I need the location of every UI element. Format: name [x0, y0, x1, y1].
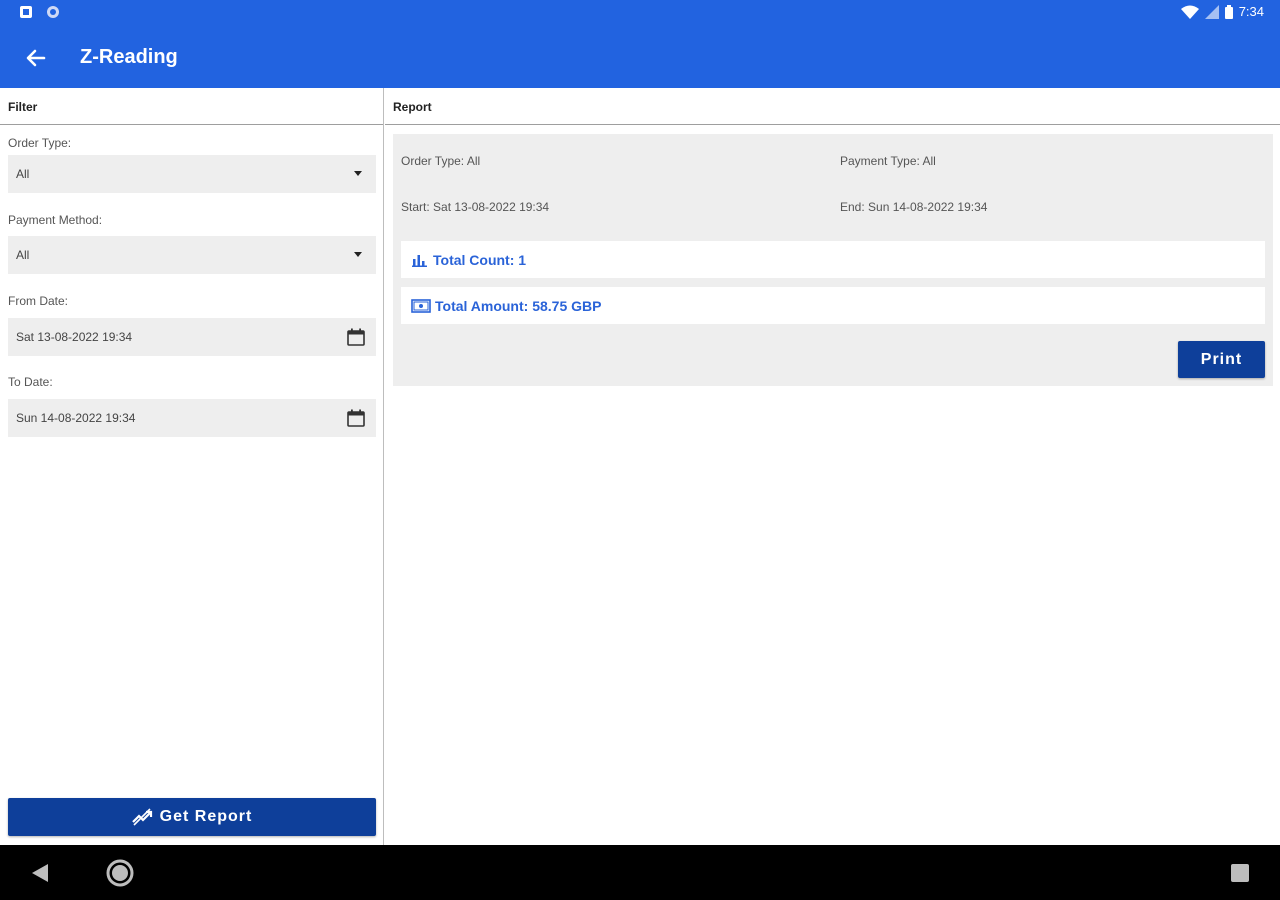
toolbar: Z-Reading [0, 30, 1280, 86]
report-order-type: Order Type: All [401, 154, 481, 168]
filter-panel: Filter Order Type: All Payment Method: A… [0, 88, 384, 845]
report-heading: Report [385, 88, 1280, 125]
page-title: Z-Reading [80, 46, 178, 68]
order-type-dropdown[interactable]: All [8, 155, 376, 193]
payment-method-dropdown[interactable]: All [8, 236, 376, 274]
bar-chart-icon [412, 254, 427, 267]
back-button[interactable] [20, 42, 52, 74]
to-date-value: Sun 14-08-2022 19:34 [16, 411, 136, 425]
report-end: End: Sun 14-08-2022 19:34 [840, 200, 988, 214]
report-panel: Report Order Type: All Payment Type: All… [385, 88, 1280, 845]
nav-home-icon[interactable] [106, 859, 134, 887]
get-report-label: Get Report [159, 808, 253, 825]
to-date-field[interactable]: Sun 14-08-2022 19:34 [8, 399, 376, 437]
from-date-label: From Date: [8, 294, 69, 308]
trend-icon [131, 808, 152, 826]
arrow-back-icon [26, 49, 46, 67]
filter-heading: Filter [0, 88, 383, 125]
from-date-field[interactable]: Sat 13-08-2022 19:34 [8, 318, 376, 356]
payment-method-label: Payment Method: [8, 213, 103, 227]
dropdown-arrow-icon [354, 252, 362, 257]
wifi-icon [1180, 5, 1199, 19]
status-bar: 7:34 [0, 0, 1280, 26]
report-card: Order Type: All Payment Type: All Start:… [393, 134, 1273, 386]
notification-icon [20, 6, 32, 18]
order-type-value: All [16, 167, 30, 181]
nav-back-icon[interactable] [30, 863, 50, 883]
dropdown-arrow-icon [354, 171, 362, 176]
report-start: Start: Sat 13-08-2022 19:34 [401, 200, 550, 214]
total-count: Total Count: 1 [433, 251, 527, 268]
status-time: 7:34 [1238, 4, 1264, 19]
order-type-label: Order Type: [8, 136, 72, 150]
app-bar: 7:34 Z-Reading [0, 0, 1280, 88]
payment-method-value: All [16, 248, 30, 262]
to-date-label: To Date: [8, 375, 53, 389]
total-amount-row: Total Amount: 58.75 GBP [401, 287, 1265, 324]
signal-icon [1204, 4, 1219, 19]
total-count-row: Total Count: 1 [401, 241, 1265, 278]
print-label: Print [1200, 350, 1243, 368]
get-report-button[interactable]: Get Report [8, 798, 376, 836]
print-button[interactable]: Print [1178, 341, 1265, 378]
cash-icon [411, 298, 431, 313]
calendar-icon[interactable] [346, 327, 366, 347]
report-payment-type: Payment Type: All [840, 154, 936, 168]
battery-icon [1224, 4, 1233, 19]
from-date-value: Sat 13-08-2022 19:34 [16, 330, 133, 344]
total-amount: Total Amount: 58.75 GBP [435, 297, 602, 314]
sync-icon [47, 6, 59, 18]
calendar-icon[interactable] [346, 408, 366, 428]
system-nav-bar [0, 845, 1280, 900]
nav-recents-icon[interactable] [1231, 864, 1249, 882]
